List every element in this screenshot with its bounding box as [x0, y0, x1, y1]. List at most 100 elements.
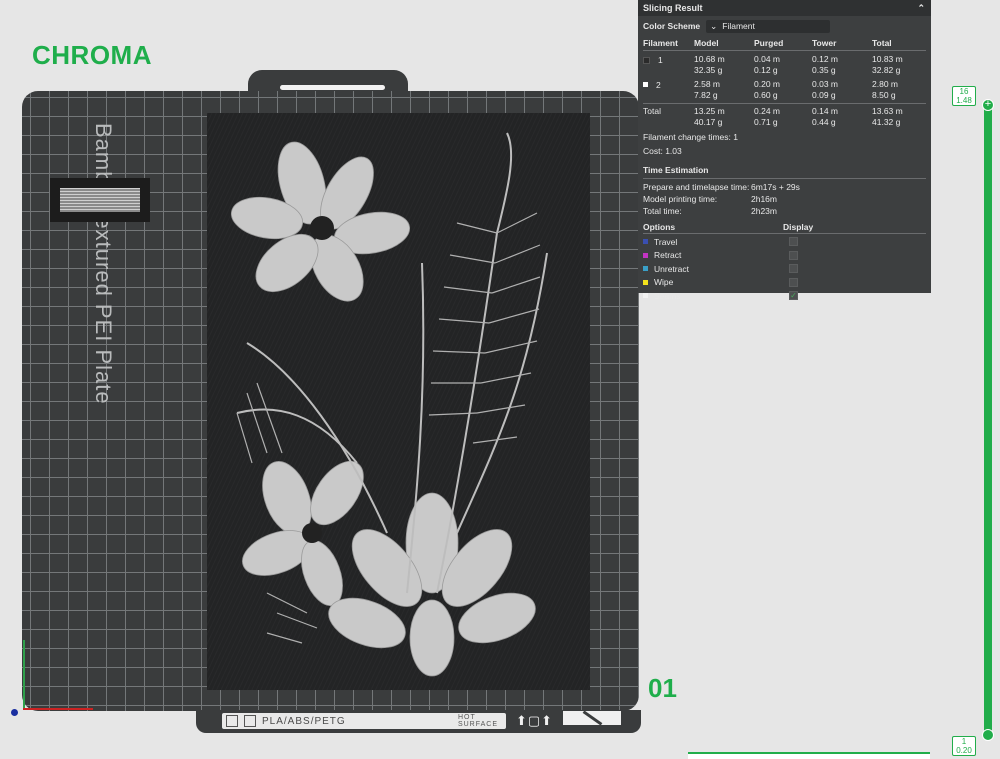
- time-value: 2h23m: [751, 206, 777, 216]
- cell: 7.82 g: [694, 90, 718, 100]
- cell: 8.50 g: [872, 90, 896, 100]
- unretract-color-icon: [643, 266, 648, 272]
- cell: 32.35 g: [694, 65, 723, 75]
- cost: Cost: 1.03: [643, 146, 682, 156]
- cell: 0.60 g: [754, 90, 778, 100]
- total-label: Total: [643, 106, 661, 116]
- cell: 10.68 m: [694, 54, 725, 64]
- options-header: Options Display: [638, 221, 931, 233]
- option-name: Seams: [654, 290, 681, 301]
- panel-title: Slicing Result: [643, 3, 703, 13]
- option-name: Wipe: [654, 277, 674, 288]
- cell: 0.09 g: [812, 90, 836, 100]
- retract-checkbox[interactable]: [789, 250, 798, 260]
- plate-number: 01: [648, 673, 677, 703]
- plate-handle: [280, 85, 385, 90]
- header-total: Total: [872, 38, 892, 48]
- collapse-icon[interactable]: ⌃: [917, 3, 925, 14]
- option-name: Travel: [654, 236, 678, 247]
- cell: 13.25 m: [694, 106, 725, 116]
- axis-y: [23, 640, 25, 710]
- plate-status-icons: ⬆▢⬆: [516, 713, 554, 728]
- plate-strip-icon: [244, 715, 256, 727]
- time-label: Total time:: [643, 206, 682, 216]
- bottom-layer-number: 1: [961, 737, 967, 746]
- color-scheme-select[interactable]: ⌄ Filament: [706, 19, 831, 33]
- color-scheme-row: Color Scheme ⌄ Filament: [638, 16, 931, 36]
- cell: 0.04 m: [754, 54, 780, 64]
- printed-model-preview[interactable]: [207, 113, 590, 690]
- header-tower: Tower: [812, 38, 837, 48]
- filament-id: 2: [656, 80, 661, 90]
- wipe-color-icon: [643, 279, 648, 285]
- cell: 0.12 m: [812, 54, 838, 64]
- filament-swatch: [643, 82, 648, 87]
- filament-swatch: [643, 57, 650, 64]
- retract-color-icon: [643, 252, 648, 258]
- cell: 0.20 m: [754, 79, 780, 89]
- time-value: 2h16m: [751, 194, 777, 204]
- plate-label: Bambu Textured PEI Plate: [91, 123, 116, 405]
- layer-slider-bottom-thumb[interactable]: [982, 729, 994, 741]
- option-wipe: Wipe: [638, 276, 931, 290]
- cell: 0.71 g: [754, 117, 778, 127]
- hot-surface-warning: HOT SURFACE: [458, 714, 498, 728]
- option-retract: Retract: [638, 249, 931, 263]
- time-value: 6m17s + 29s: [751, 182, 800, 192]
- time-label: Model printing time:: [643, 194, 718, 204]
- layer-slider-track[interactable]: [984, 104, 992, 736]
- cell: 2.58 m: [694, 79, 720, 89]
- panel-header: Slicing Result ⌃: [638, 0, 931, 16]
- cell: 41.32 g: [872, 117, 901, 127]
- cell: 0.14 m: [812, 106, 838, 116]
- time-row: Total time: 2h23m: [638, 205, 931, 217]
- cell: 0.35 g: [812, 65, 836, 75]
- bottom-layer-height: 0.20: [956, 746, 972, 755]
- bottom-layer-label: 1 0.20: [952, 736, 976, 756]
- axis-x: [23, 708, 93, 710]
- plate-logo: [50, 178, 150, 222]
- table-row: 2 2.58 m 7.82 g 0.20 m 0.60 g 0.03 m 0.09 g…: [638, 79, 931, 101]
- time-row: Prepare and timelapse time: 6m17s + 29s: [638, 181, 931, 193]
- color-scheme-value: Filament: [722, 21, 755, 31]
- plate-strip-icon: [226, 715, 238, 727]
- time-estimation-title: Time Estimation: [643, 165, 709, 175]
- cell: 40.17 g: [694, 117, 723, 127]
- option-name: Unretract: [654, 263, 689, 274]
- cell: 2.80 m: [872, 79, 898, 89]
- color-scheme-label: Color Scheme: [643, 21, 701, 31]
- wipe-checkbox[interactable]: [789, 277, 798, 287]
- layer-slider-top-thumb[interactable]: +: [982, 99, 994, 111]
- header-purged: Purged: [754, 38, 784, 48]
- cell: 0.44 g: [812, 117, 836, 127]
- top-layer-label: 16 1.48: [952, 86, 976, 106]
- filament-table-header: Filament Model Purged Tower Total: [638, 36, 931, 50]
- cell: 13.63 m: [872, 106, 903, 116]
- travel-checkbox[interactable]: [789, 237, 798, 247]
- surface-label: SURFACE: [457, 721, 498, 728]
- table-row: 1 10.68 m 32.35 g 0.04 m 0.12 g 0.12 m 0.35…: [638, 54, 931, 76]
- chevron-down-icon: ⌄: [710, 20, 718, 31]
- header-filament: Filament: [643, 38, 678, 48]
- seams-color-icon: [643, 293, 648, 299]
- option-travel: Travel: [638, 235, 931, 249]
- display-label: Display: [783, 222, 814, 232]
- option-seams: Seams ✓: [638, 289, 931, 303]
- top-layer-height: 1.48: [956, 96, 972, 105]
- option-name: Retract: [654, 250, 682, 261]
- unretract-checkbox[interactable]: [789, 264, 798, 274]
- slicing-result-panel: Slicing Result ⌃ Color Scheme ⌄ Filament…: [638, 0, 931, 301]
- time-label: Prepare and timelapse time:: [643, 182, 750, 192]
- cell: 0.12 g: [754, 65, 778, 75]
- time-row: Model printing time: 2h16m: [638, 193, 931, 205]
- axis-origin: [11, 709, 18, 716]
- plate-corner-mark: [563, 711, 621, 725]
- horizontal-slider[interactable]: [688, 752, 930, 759]
- cell: 0.03 m: [812, 79, 838, 89]
- header-model: Model: [694, 38, 719, 48]
- floral-pattern: [230, 132, 548, 677]
- cell: 32.82 g: [872, 65, 901, 75]
- seams-checkbox[interactable]: ✓: [789, 291, 798, 301]
- table-row-total: Total 13.25 m 40.17 g 0.24 m 0.71 g 0.14 m…: [638, 106, 931, 128]
- hot-label: HOT: [457, 714, 476, 721]
